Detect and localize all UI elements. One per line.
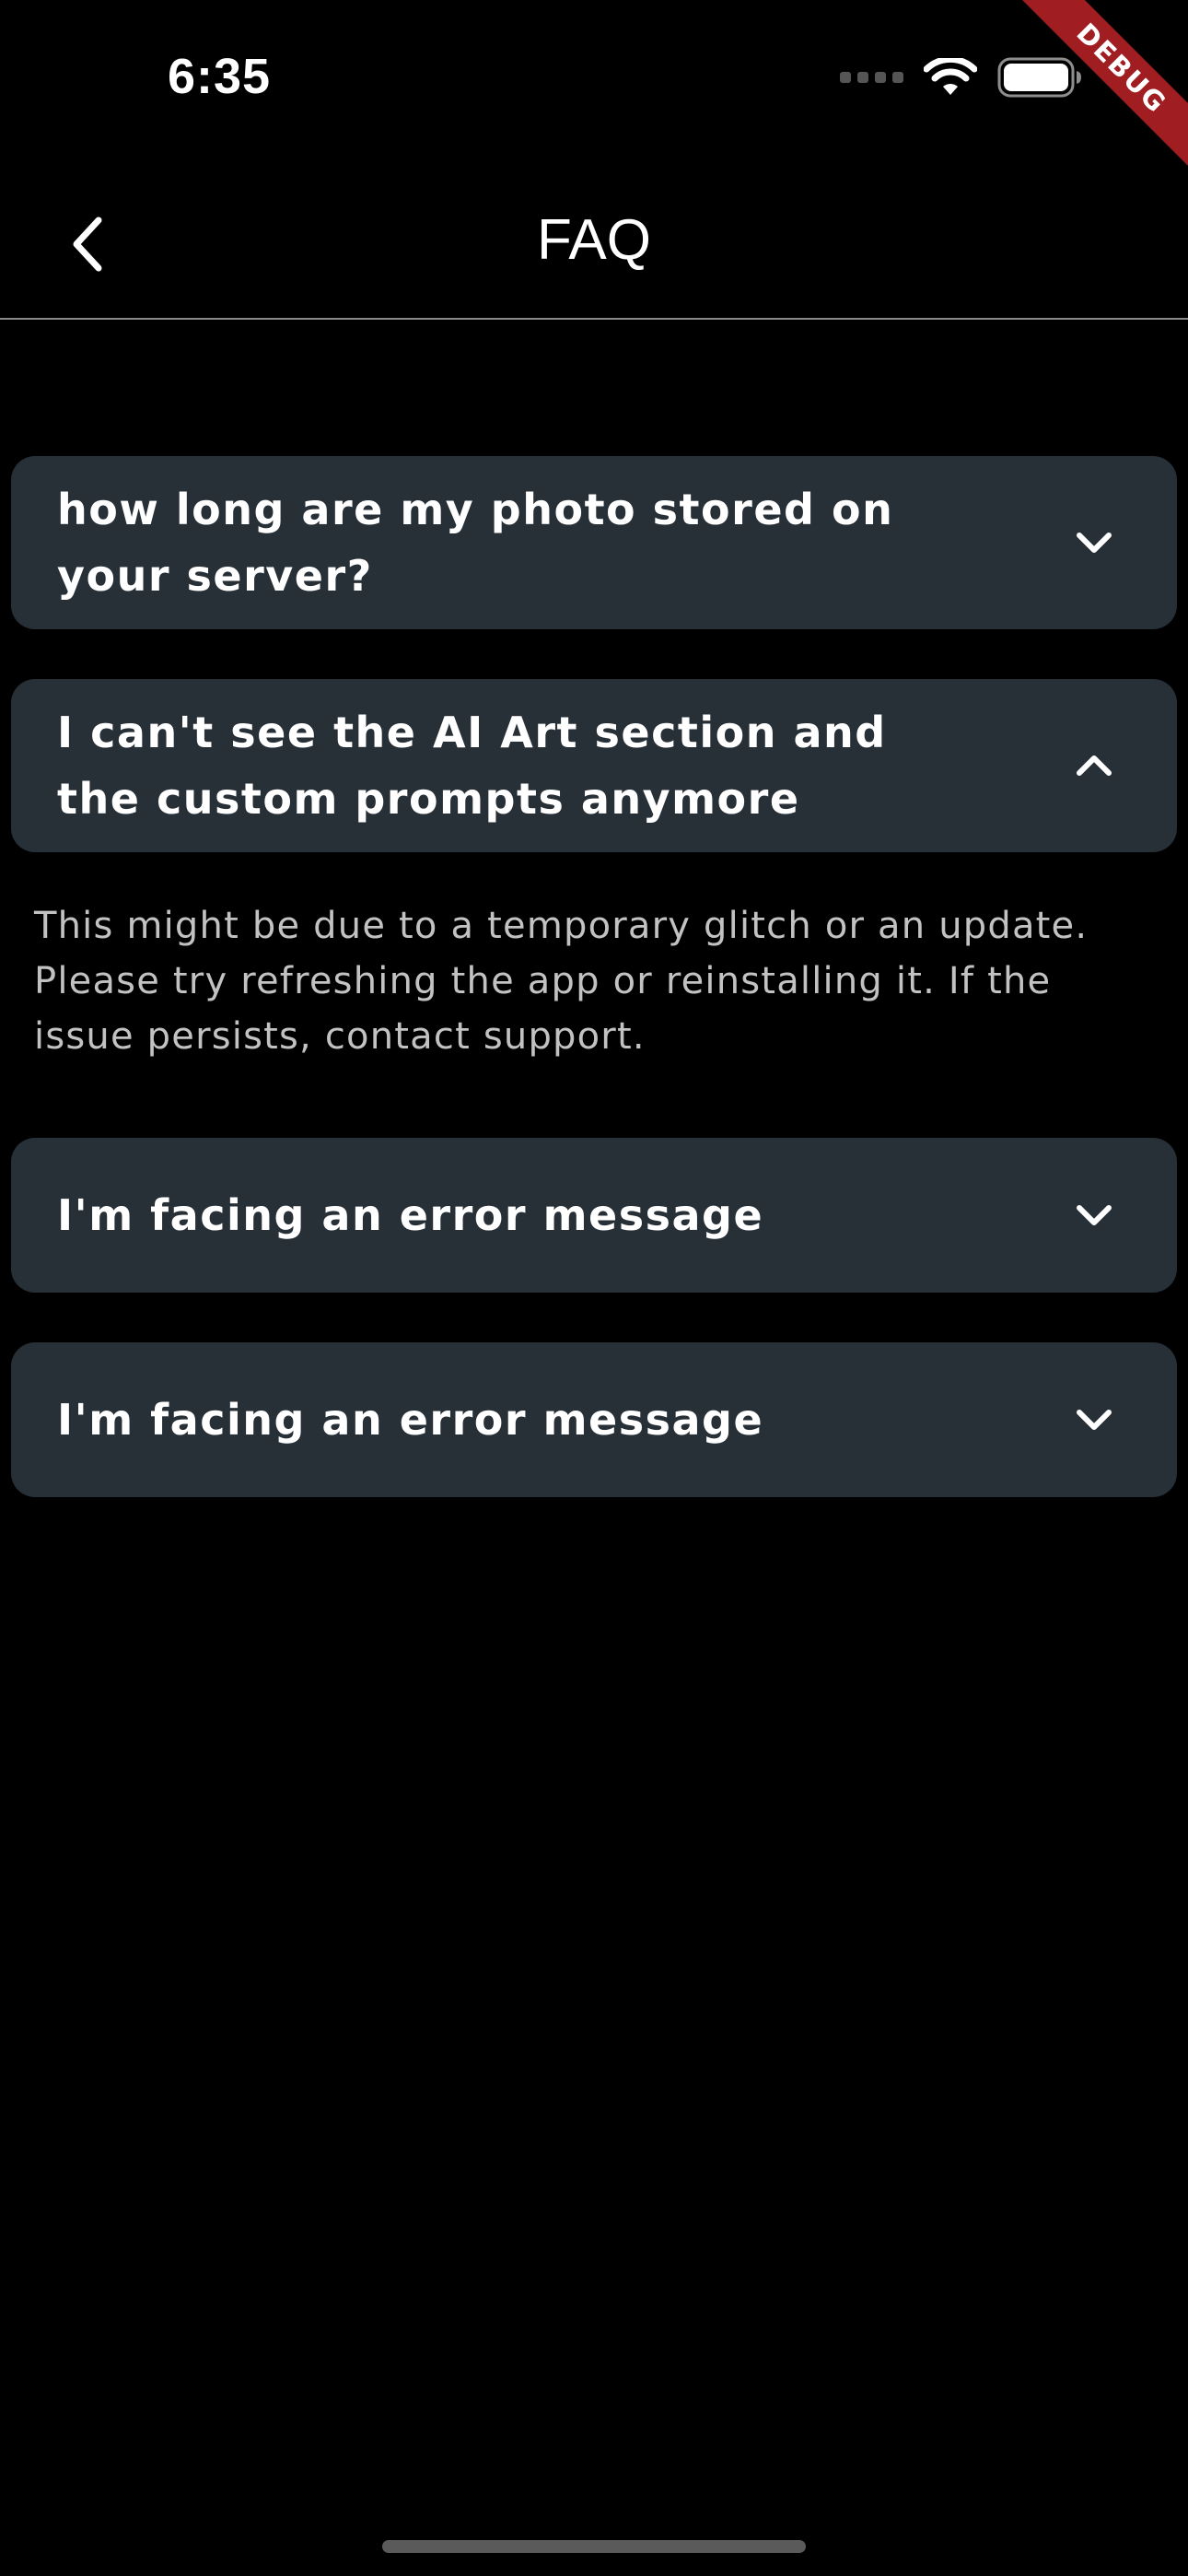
status-icons (840, 57, 1082, 98)
faq-item: how long are my photo stored on your ser… (11, 456, 1177, 629)
app-bar: FAQ (0, 175, 1188, 320)
faq-question: I can't see the AI Art section and the c… (57, 708, 887, 824)
faq-item: I'm facing an error message (11, 1342, 1177, 1497)
faq-answer: This might be due to a temporary glitch … (34, 905, 1089, 1058)
status-time: 6:35 (168, 49, 272, 104)
page-title: FAQ (536, 208, 652, 272)
wifi-icon (924, 58, 977, 97)
faq-list: how long are my photo stored on your ser… (11, 456, 1177, 1547)
chevron-down-icon (1066, 515, 1122, 570)
status-bar: 6:35 (0, 0, 1188, 157)
battery-icon (997, 57, 1082, 98)
chevron-down-icon (1066, 1188, 1122, 1243)
faq-item: I can't see the AI Art section and the c… (11, 679, 1177, 1064)
faq-item: I'm facing an error message (11, 1138, 1177, 1293)
faq-item-header[interactable]: how long are my photo stored on your ser… (11, 456, 1177, 629)
home-indicator[interactable] (382, 2540, 806, 2553)
faq-question: how long are my photo stored on your ser… (57, 485, 894, 601)
faq-item-header[interactable]: I can't see the AI Art section and the c… (11, 679, 1177, 852)
faq-question: I'm facing an error message (57, 1395, 764, 1445)
cellular-signal-icon (840, 72, 903, 83)
chevron-up-icon (1066, 738, 1122, 793)
faq-question: I'm facing an error message (57, 1190, 764, 1240)
chevron-down-icon (1066, 1392, 1122, 1447)
faq-item-header[interactable]: I'm facing an error message (11, 1138, 1177, 1293)
faq-item-header[interactable]: I'm facing an error message (11, 1342, 1177, 1497)
